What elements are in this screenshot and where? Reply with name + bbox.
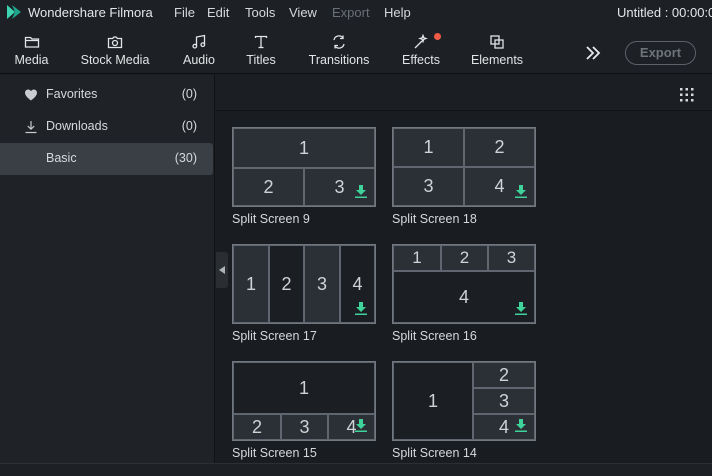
title-bar: Wondershare Filmora File Edit Tools View… — [0, 0, 712, 26]
sidebar-item-count: (0) — [181, 87, 197, 101]
tab-titles[interactable]: Titles — [237, 26, 285, 74]
menu-help[interactable]: Help — [384, 5, 411, 20]
preset-thumbnail-split-screen-17[interactable]: 1 2 3 4 — [232, 244, 376, 324]
status-strip — [0, 463, 712, 476]
split-cell: 3 — [393, 167, 464, 206]
preset-thumbnail-split-screen-18[interactable]: 1 2 3 4 — [392, 127, 536, 207]
sidebar-item-label: Basic — [46, 151, 77, 165]
preset-label: Split Screen 15 — [232, 446, 317, 460]
text-t-icon — [254, 35, 268, 49]
music-note-icon — [192, 34, 206, 49]
document-title: Untitled : 00:00:0 — [617, 5, 712, 20]
transitions-icon — [333, 35, 345, 49]
preset-thumbnail-split-screen-15[interactable]: 1 2 3 4 — [232, 361, 376, 441]
menu-file[interactable]: File — [174, 5, 195, 20]
filmora-logo-icon — [7, 5, 21, 19]
preset-label: Split Screen 18 — [392, 212, 477, 226]
tab-media[interactable]: Media — [0, 26, 63, 74]
download-icon — [25, 121, 37, 134]
split-cell: 1 — [233, 245, 269, 323]
split-cell: 2 — [473, 362, 535, 388]
preset-thumbnail-split-screen-16[interactable]: 1 2 3 4 — [392, 244, 536, 324]
split-cell: 1 — [393, 245, 441, 271]
sidebar-item-basic[interactable]: Basic (30) — [0, 143, 213, 175]
download-preset-icon[interactable] — [355, 185, 367, 198]
split-cell: 3 — [304, 245, 340, 323]
split-cell: 4 — [393, 271, 535, 323]
menu-export[interactable]: Export — [332, 5, 370, 20]
tab-effects[interactable]: Effects — [397, 26, 445, 74]
download-preset-icon[interactable] — [515, 302, 527, 315]
app-name: Wondershare Filmora — [28, 5, 153, 20]
tab-transitions[interactable]: Transitions — [306, 26, 372, 74]
tab-effects-label: Effects — [402, 53, 440, 67]
menu-edit[interactable]: Edit — [207, 5, 229, 20]
tab-stock-media[interactable]: Stock Media — [76, 26, 154, 74]
sidebar-item-favorites[interactable]: Favorites (0) — [0, 79, 213, 111]
download-preset-icon[interactable] — [355, 302, 367, 315]
preset-thumbnail-split-screen-9[interactable]: 1 2 3 — [232, 127, 376, 207]
stock-media-icon — [107, 36, 123, 49]
preset-label: Split Screen 9 — [232, 212, 310, 226]
tab-media-label: Media — [14, 53, 49, 67]
split-cell: 2 — [464, 128, 535, 167]
sidebar-item-count: (30) — [174, 151, 197, 165]
chevron-left-icon — [219, 266, 225, 274]
tab-titles-label: Titles — [246, 53, 276, 67]
split-cell: 2 — [269, 245, 304, 323]
preset-thumbnail-split-screen-14[interactable]: 1 2 3 4 — [392, 361, 536, 441]
split-cell: 1 — [393, 362, 473, 440]
main-toolbar: Media Stock Media Audio Titles Transitio… — [0, 26, 712, 74]
preset-label: Split Screen 14 — [392, 446, 477, 460]
grid-view-icon[interactable] — [680, 88, 694, 102]
sidebar-item-downloads[interactable]: Downloads (0) — [0, 111, 213, 143]
split-cell: 3 — [488, 245, 535, 271]
tab-stock-media-label: Stock Media — [80, 53, 150, 67]
split-cell: 2 — [441, 245, 488, 271]
tab-elements[interactable]: Elements — [468, 26, 526, 74]
download-preset-icon[interactable] — [355, 419, 367, 432]
sidebar-item-count: (0) — [181, 119, 197, 133]
split-cell: 2 — [233, 414, 281, 440]
menu-tools[interactable]: Tools — [245, 5, 275, 20]
split-cell: 4 — [328, 414, 375, 440]
tab-transitions-label: Transitions — [308, 53, 370, 67]
sidebar: Favorites (0) Downloads (0) Basic (30) — [0, 75, 215, 463]
effects-wand-icon — [414, 34, 428, 49]
preset-label: Split Screen 17 — [232, 329, 317, 343]
tab-audio[interactable]: Audio — [174, 26, 224, 74]
split-cell: 3 — [473, 388, 535, 414]
folder-icon — [24, 36, 39, 48]
sidebar-collapse-handle[interactable] — [216, 252, 228, 288]
elements-icon — [490, 35, 504, 49]
split-cell: 3 — [281, 414, 328, 440]
library-header — [216, 75, 712, 111]
download-preset-icon[interactable] — [515, 419, 527, 432]
split-cell: 1 — [393, 128, 464, 167]
menu-view[interactable]: View — [289, 5, 317, 20]
download-preset-icon[interactable] — [515, 185, 527, 198]
effects-notification-dot — [434, 33, 441, 40]
more-chevrons-icon[interactable] — [584, 44, 602, 62]
split-cell: 1 — [233, 128, 375, 168]
export-button[interactable]: Export — [625, 41, 696, 65]
split-cell: 2 — [233, 168, 304, 206]
tab-audio-label: Audio — [183, 53, 215, 67]
heart-icon — [25, 89, 37, 101]
sidebar-item-label: Favorites — [46, 87, 98, 101]
tab-elements-label: Elements — [470, 53, 524, 67]
preset-label: Split Screen 16 — [392, 329, 477, 343]
split-cell: 1 — [233, 362, 375, 414]
sidebar-item-label: Downloads — [46, 119, 108, 133]
preset-library-panel: 1 2 3 Split Screen 9 1 2 3 4 Split Scree… — [216, 75, 712, 463]
